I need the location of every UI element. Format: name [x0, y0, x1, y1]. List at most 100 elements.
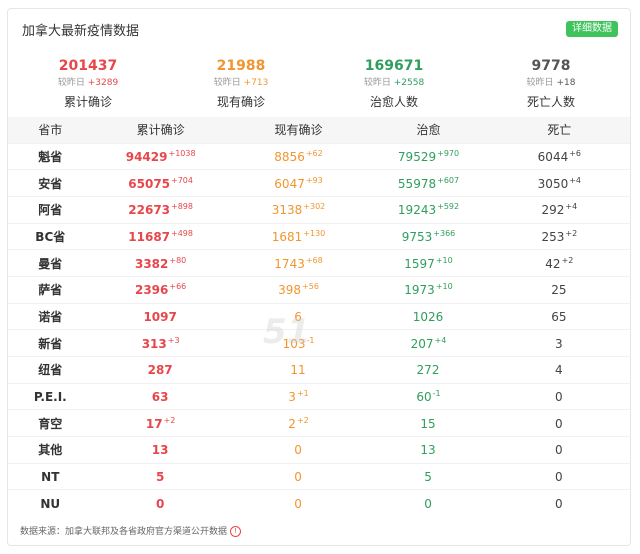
cell-dead: 0 [489, 383, 630, 410]
cell-confirmed: 94429+1038 [93, 143, 229, 170]
dead-increment: +4 [565, 202, 578, 212]
cell-current: 11 [229, 357, 369, 384]
summary-compare: 较昨日 +3289 [18, 76, 158, 90]
confirmed-increment: +498 [171, 228, 193, 238]
cell-cured: 1973+10 [368, 276, 488, 303]
cell-cured: 9753+366 [368, 223, 488, 250]
current-increment: +302 [303, 202, 326, 212]
cured-increment: +366 [433, 228, 456, 238]
summary-delta: +713 [243, 78, 269, 88]
summary-label: 治愈人数 [369, 95, 418, 109]
cured-value: 207 [410, 336, 434, 351]
table-row[interactable]: 纽省 287 11 272 4 [8, 356, 630, 384]
confirmed-increment: +2 [163, 415, 176, 425]
current-value: 1743 [274, 256, 305, 271]
summary-label: 累计确诊 [63, 95, 112, 109]
confirmed-value: 0 [155, 497, 165, 512]
confirmed-value: 65075 [128, 176, 171, 191]
province-table: 省市 累计确诊 现有确诊 治愈 死亡 魁省 94429+1038 8856+62 79… [8, 117, 630, 517]
current-value: 398 [278, 283, 302, 298]
table-row[interactable]: 阿省 22673+898 3138+302 19243+592 292+4 [8, 196, 630, 223]
table-body: 魁省 94429+1038 8856+62 79529+970 6044+6 安省 6507… [8, 143, 630, 517]
cured-increment: +607 [437, 175, 460, 185]
confirmed-value: 3382 [134, 256, 169, 271]
province-name: 新省 [38, 336, 63, 351]
info-icon[interactable]: ! [230, 526, 242, 537]
cell-confirmed: 3382+80 [93, 250, 229, 277]
compare-label: 较昨日 [363, 78, 391, 88]
summary-label: 死亡人数 [526, 95, 575, 109]
cell-dead: 65 [489, 303, 630, 330]
cured-increment: +10 [435, 282, 453, 292]
table-row[interactable]: 魁省 94429+1038 8856+62 79529+970 6044+6 [8, 143, 630, 170]
current-increment: +1 [296, 389, 309, 399]
confirmed-value: 17 [145, 416, 163, 431]
cured-value: 55978 [397, 176, 437, 191]
header-province: 省市 [38, 123, 63, 138]
current-value: 6047 [274, 176, 305, 191]
cell-dead: 253+2 [489, 223, 630, 250]
dead-value: 0 [555, 470, 563, 485]
table-row[interactable]: 其他 13 0 13 0 [8, 436, 630, 464]
province-name: 曼省 [38, 256, 63, 271]
cell-cured: 60-1 [368, 383, 488, 410]
province-name: BC省 [35, 229, 66, 244]
summary-stats: 201437 较昨日 +3289 累计确诊 21988 较昨日 +713 现有确诊 1696… [8, 57, 630, 115]
cell-current: 6047+93 [229, 170, 369, 197]
cell-cured: 55978+607 [368, 170, 488, 197]
current-increment: +130 [303, 228, 326, 238]
cell-current: 0 [229, 437, 369, 464]
header-current: 现有确诊 [274, 123, 323, 138]
dead-value: 4 [555, 363, 563, 378]
cell-dead: 0 [489, 410, 630, 437]
dead-increment: +6 [569, 148, 582, 158]
cell-dead: 292+4 [489, 196, 630, 223]
dead-value: 292 [541, 203, 565, 218]
cell-confirmed: 63 [93, 383, 229, 410]
cured-value: 1597 [404, 256, 435, 271]
cell-current: 2+2 [229, 410, 369, 437]
confirmed-value: 22673 [128, 203, 171, 218]
table-row[interactable]: 诺省 1097 6 1026 65 [8, 303, 630, 330]
current-value: 3138 [271, 203, 303, 218]
cell-dead: 42+2 [489, 250, 630, 277]
cured-increment: +4 [434, 335, 447, 345]
province-name: 阿省 [38, 203, 63, 218]
dead-value: 25 [551, 283, 567, 298]
summary-label: 现有确诊 [216, 95, 265, 109]
table-header-row: 省市 累计确诊 现有确诊 治愈 死亡 [8, 117, 630, 143]
table-row[interactable]: BC省 11687+498 1681+130 9753+366 253+2 [8, 223, 630, 250]
table-row[interactable]: 育空 17+2 2+2 15 0 [8, 409, 630, 437]
dead-value: 42 [545, 256, 561, 271]
cell-confirmed: 2396+66 [93, 276, 229, 303]
current-value: 0 [294, 443, 302, 458]
province-name: 育空 [38, 416, 63, 431]
confirmed-increment: +898 [171, 202, 193, 212]
confirmed-increment: +66 [169, 282, 187, 292]
table-row[interactable]: NU 0 0 0 0 [8, 489, 630, 517]
dead-value: 3 [555, 336, 563, 351]
province-name: 其他 [38, 443, 63, 458]
table-row[interactable]: P.E.I. 63 3+1 60-1 0 [8, 383, 630, 410]
detail-data-button[interactable]: 详细数据 [566, 21, 618, 37]
table-row[interactable]: 新省 313+3 103-1 207+4 3 [8, 329, 630, 357]
cell-current: 1743+68 [229, 250, 369, 277]
table-row[interactable]: 萨省 2396+66 398+56 1973+10 25 [8, 276, 630, 303]
table-row[interactable]: 曼省 3382+80 1743+68 1597+10 42+2 [8, 249, 630, 277]
summary-delta: +3289 [87, 78, 119, 88]
summary-stat: 201437 较昨日 +3289 累计确诊 [18, 57, 158, 110]
cell-confirmed: 11687+498 [93, 223, 229, 250]
dead-increment: +4 [569, 175, 582, 185]
cell-dead: 0 [489, 437, 630, 464]
province-name: 诺省 [38, 309, 63, 324]
dead-value: 0 [555, 497, 563, 512]
summary-delta: +2558 [393, 78, 425, 88]
current-value: 1681 [271, 229, 303, 244]
cell-cured: 207+4 [368, 330, 488, 357]
cured-increment: -1 [432, 389, 441, 399]
table-row[interactable]: NT 5 0 5 0 [8, 463, 630, 490]
confirmed-increment: +704 [171, 175, 193, 185]
cell-current: 398+56 [229, 276, 369, 303]
cell-confirmed: 313+3 [93, 330, 229, 357]
table-row[interactable]: 安省 65075+704 6047+93 55978+607 3050+4 [8, 169, 630, 197]
